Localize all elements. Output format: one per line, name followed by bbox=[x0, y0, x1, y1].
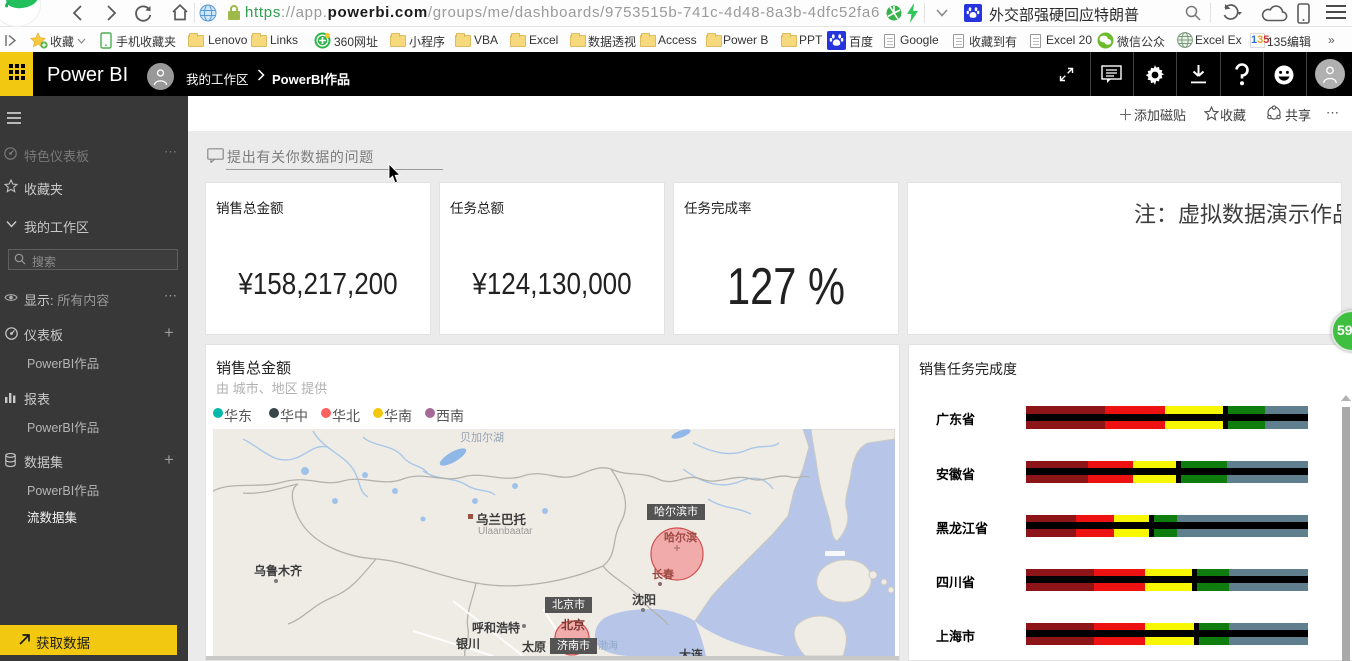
svg-text:银川: 银川 bbox=[456, 636, 480, 651]
svg-text:太原: 太原 bbox=[522, 639, 546, 654]
svg-text:北京: 北京 bbox=[561, 617, 585, 632]
svg-text:贝加尔湖: 贝加尔湖 bbox=[460, 431, 504, 444]
svg-text:大连: 大连 bbox=[679, 647, 704, 656]
svg-text:Ulaanbaatar: Ulaanbaatar bbox=[478, 526, 533, 537]
svg-text:乌兰巴托: 乌兰巴托 bbox=[476, 512, 527, 527]
svg-text:哈尔滨: 哈尔滨 bbox=[664, 530, 697, 544]
svg-text:长春: 长春 bbox=[652, 567, 675, 581]
svg-text:渤海: 渤海 bbox=[598, 639, 618, 652]
svg-text:呼和浩特: 呼和浩特 bbox=[472, 620, 520, 635]
svg-text:乌鲁木齐: 乌鲁木齐 bbox=[254, 563, 303, 578]
svg-text:沈阳: 沈阳 bbox=[632, 592, 656, 607]
